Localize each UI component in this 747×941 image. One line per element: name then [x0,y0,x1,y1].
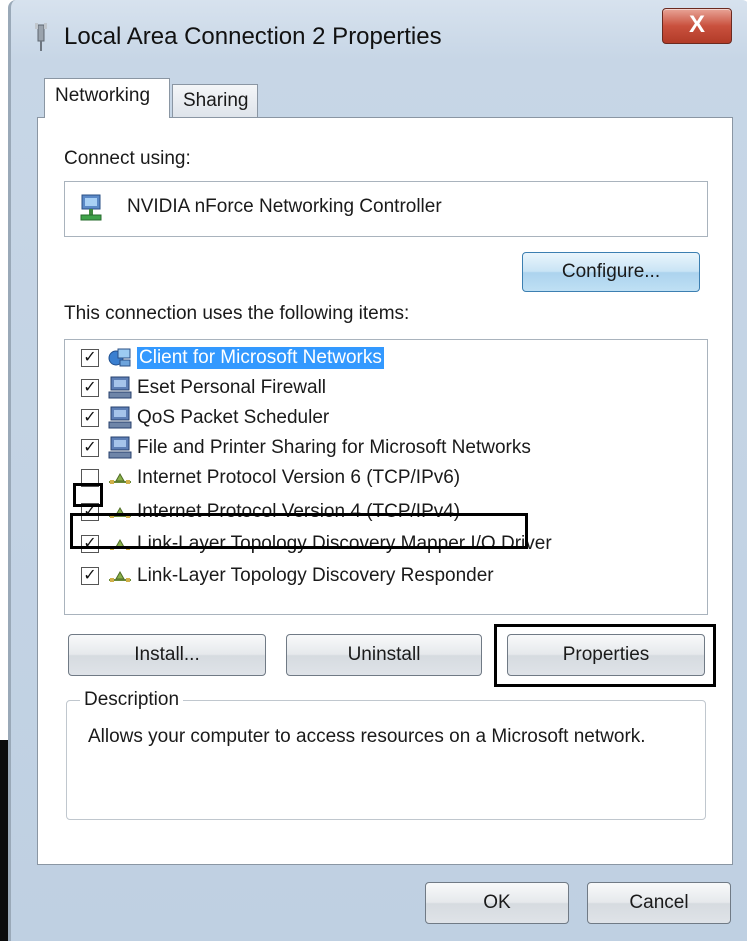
title-bar: Local Area Connection 2 Properties [30,14,442,60]
highlight-box-properties-button [494,624,716,687]
item-label: Link-Layer Topology Discovery Responder [137,565,494,586]
description-legend: Description [80,689,184,711]
list-item-eset-personal-firewall[interactable]: ✓ Eset Personal Firewall [81,374,326,402]
item-label: File and Printer Sharing for Microsoft N… [137,437,531,458]
computer-icon [108,436,132,459]
item-label: QoS Packet Scheduler [137,407,330,428]
window-title: Local Area Connection 2 Properties [64,23,442,50]
close-button[interactable]: X [662,8,732,44]
item-label: Client for Microsoft Networks [137,347,384,369]
adapter-box: NVIDIA nForce Networking Controller [64,181,708,237]
list-item-qos-packet-scheduler[interactable]: ✓ QoS Packet Scheduler [81,404,329,432]
list-item-client-for-microsoft-networks[interactable]: ✓ Client for Microsoft Networks [81,344,384,372]
install-button[interactable]: Install... [68,634,266,676]
checkbox-checked[interactable]: ✓ [81,349,99,367]
checkbox-checked[interactable]: ✓ [81,379,99,397]
protocol-icon [109,570,131,582]
network-connection-icon [35,23,47,51]
list-item-file-and-printer-sharing[interactable]: ✓ File and Printer Sharing for Microsoft… [81,434,531,462]
tab-networking[interactable]: Networking [44,78,170,118]
network-client-icon [108,348,131,367]
highlight-box-ipv4-item [70,513,528,549]
computer-icon [108,376,132,399]
description-group [66,700,706,820]
configure-button[interactable]: Configure... [522,252,700,292]
checkbox-checked[interactable]: ✓ [81,567,99,585]
ok-button[interactable]: OK [425,882,569,924]
description-text: Allows your computer to access resources… [88,726,646,747]
cancel-button[interactable]: Cancel [587,882,731,924]
tab-sharing[interactable]: Sharing [172,84,258,118]
items-label: This connection uses the following items… [64,303,410,324]
items-list[interactable]: ✓ Client for Microsoft Networks ✓ Eset P… [64,339,708,615]
adapter-name: NVIDIA nForce Networking Controller [127,196,442,217]
network-adapter-icon [80,194,102,221]
highlight-box-ipv6-checkbox [73,483,103,507]
item-label: Eset Personal Firewall [137,377,327,398]
connect-using-label: Connect using: [64,148,191,169]
computer-icon [108,406,132,429]
list-item-ipv6[interactable]: Internet Protocol Version 6 (TCP/IPv6) [81,464,460,492]
protocol-icon [109,472,131,484]
checkbox-checked[interactable]: ✓ [81,409,99,427]
checkbox-checked[interactable]: ✓ [81,439,99,457]
list-item-lltd-responder[interactable]: ✓ Link-Layer Topology Discovery Responde… [81,562,494,590]
uninstall-button[interactable]: Uninstall [286,634,482,676]
item-label: Internet Protocol Version 6 (TCP/IPv6) [137,467,461,488]
